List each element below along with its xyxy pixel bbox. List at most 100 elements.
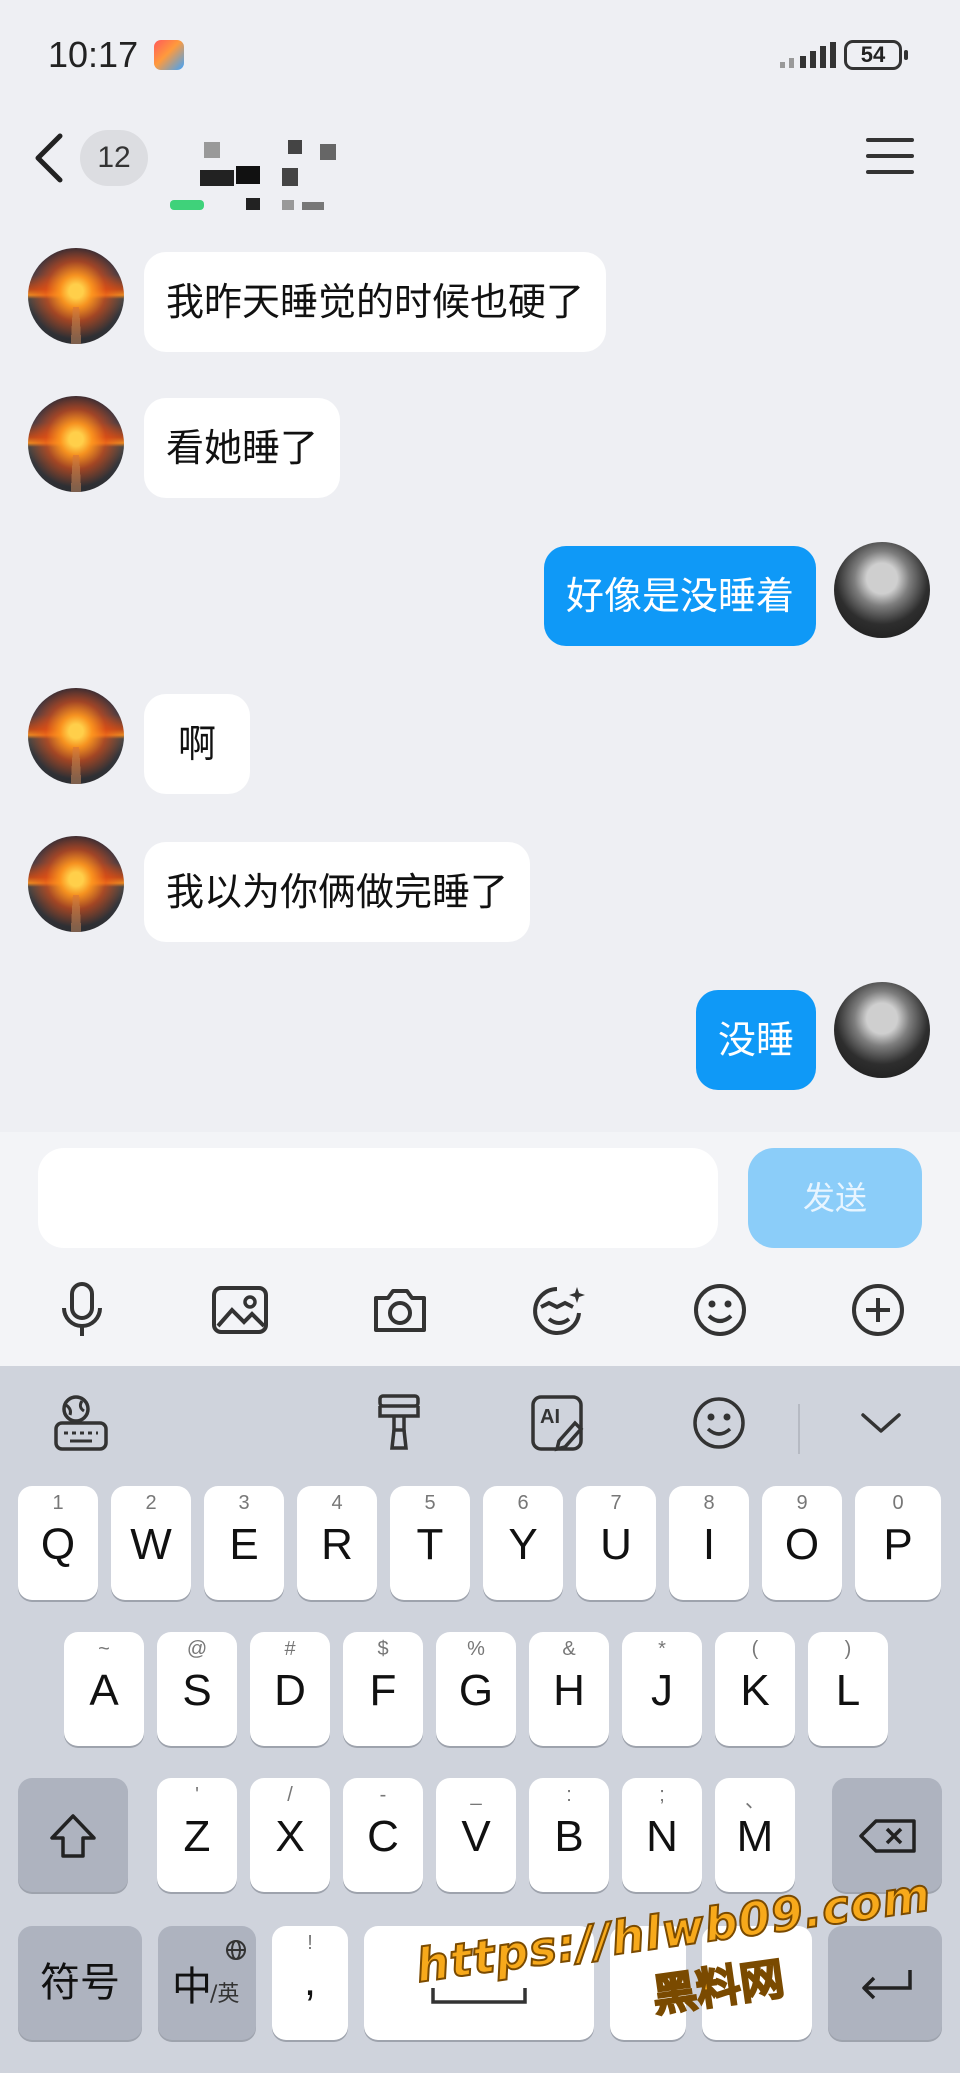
key-t[interactable]: 5T [390,1486,470,1600]
key-label: A [89,1666,119,1715]
number-key[interactable] [702,1926,812,2040]
symbols-key[interactable]: 符号 [18,1926,142,2040]
key-label: 中 [172,1964,212,2010]
contact-name-censored[interactable] [170,124,370,210]
microphone-icon[interactable] [42,1270,122,1350]
key-x[interactable]: / X [250,1778,330,1892]
key-label: G [458,1666,494,1715]
svg-text:AI: AI [540,1406,560,1428]
key-g[interactable]: % G [436,1632,516,1746]
key-e[interactable]: 3E [204,1486,284,1600]
key-hint: 6 [517,1492,529,1514]
key-n[interactable]: ; N [622,1778,702,1892]
key-i[interactable]: 8I [669,1486,749,1600]
key-hint: _ [470,1784,482,1806]
key-hint: ' [195,1784,199,1806]
key-s[interactable]: @ S [157,1632,237,1746]
key-label: S [182,1666,212,1715]
shift-key[interactable] [18,1778,128,1892]
message-input[interactable] [38,1148,718,1248]
key-label: B [554,1812,584,1861]
key-hint: $ [377,1638,389,1660]
message-incoming: 我以为你俩做完睡了 [0,820,960,942]
comma-key[interactable]: ! , [272,1926,348,2040]
key-v[interactable]: _ V [436,1778,516,1892]
backspace-key[interactable] [832,1778,942,1892]
key-label: T [416,1520,444,1569]
key-label: F [369,1666,397,1715]
message-bubble[interactable]: 没睡 [695,990,816,1090]
key-a[interactable]: ~ A [64,1632,144,1746]
sticker-face-icon[interactable] [520,1270,600,1350]
send-button[interactable]: 发送 [748,1148,922,1248]
key-w[interactable]: 2W [111,1486,191,1600]
key-p[interactable]: 0P [855,1486,941,1600]
backspace-icon [859,1819,916,1853]
message-bubble[interactable]: 啊 [144,694,251,794]
key-label: V [461,1812,491,1861]
key-o[interactable]: 9O [762,1486,842,1600]
shift-arrow-icon [50,1814,96,1858]
contact-avatar[interactable] [28,396,124,492]
key-z[interactable]: ' Z [157,1778,237,1892]
enter-arrow-icon [862,1970,912,2000]
contact-avatar[interactable] [28,688,124,784]
key-u[interactable]: 7U [576,1486,656,1600]
unread-count-badge[interactable]: 12 [80,130,148,186]
key-j[interactable]: * J [622,1632,702,1746]
key-hint: ; [659,1784,665,1806]
key-b[interactable]: :B [529,1778,609,1892]
key-f[interactable]: $ F [343,1632,423,1746]
contact-avatar[interactable] [28,836,124,932]
message-bubble[interactable]: 好像是没睡着 [543,546,816,646]
enter-key[interactable] [828,1926,942,2040]
soft-keyboard: AI 1Q 2W 3E 4R 5T 6Y 7U 8I 9O 0P ~ A @ S #… [0,1366,960,2073]
language-switch-key[interactable]: 中 /英 [158,1926,256,2040]
key-d[interactable]: # D [250,1632,330,1746]
key-label: Y [508,1520,538,1569]
key-y[interactable]: 6Y [483,1486,563,1600]
key-l[interactable]: ) L [808,1632,888,1746]
message-bubble[interactable]: 看她睡了 [144,398,341,498]
composer: 发送 [0,1132,960,1366]
ai-write-icon[interactable]: AI [524,1388,594,1458]
menu-icon[interactable] [866,138,914,178]
space-key[interactable] [364,1926,594,2040]
key-label: 符号 [40,1960,120,2006]
key-hint: 8 [703,1492,715,1514]
key-label: H [553,1666,585,1715]
my-avatar[interactable] [834,982,930,1078]
key-k[interactable]: (K [715,1632,795,1746]
key-label: X [275,1812,305,1861]
camera-icon[interactable] [360,1270,440,1350]
image-icon[interactable] [200,1270,280,1350]
message-bubble[interactable]: 我昨天睡觉的时候也硬了 [144,252,607,352]
plus-icon[interactable] [838,1270,918,1350]
key-hint: ~ [98,1638,110,1660]
key-c[interactable]: -C [343,1778,423,1892]
key-hint: 0 [892,1492,904,1514]
my-avatar[interactable] [834,542,930,638]
key-m[interactable]: 、 M [715,1778,795,1892]
key-label: N [646,1812,678,1861]
toolbar-divider [798,1404,800,1454]
key-hint: / [287,1784,293,1806]
message-bubble[interactable]: 我以为你俩做完睡了 [144,842,531,942]
globe-keyboard-icon[interactable] [46,1388,116,1458]
key-q[interactable]: 1Q [18,1486,98,1600]
back-arrow-icon[interactable] [30,128,70,188]
emoji-icon[interactable] [680,1270,760,1350]
contact-avatar[interactable] [28,248,124,344]
period-key[interactable] [610,1926,686,2040]
key-hint: # [284,1638,296,1660]
app-notification-icon [154,40,184,70]
signal-strength-icon [780,42,836,68]
chevron-down-icon[interactable] [846,1388,916,1458]
key-hint: 9 [796,1492,808,1514]
message-incoming: 啊 [0,672,960,794]
key-r[interactable]: 4R [297,1486,377,1600]
brush-icon[interactable] [364,1388,434,1458]
key-label: E [229,1520,259,1569]
keyboard-emoji-icon[interactable] [684,1388,754,1458]
key-h[interactable]: & H [529,1632,609,1746]
